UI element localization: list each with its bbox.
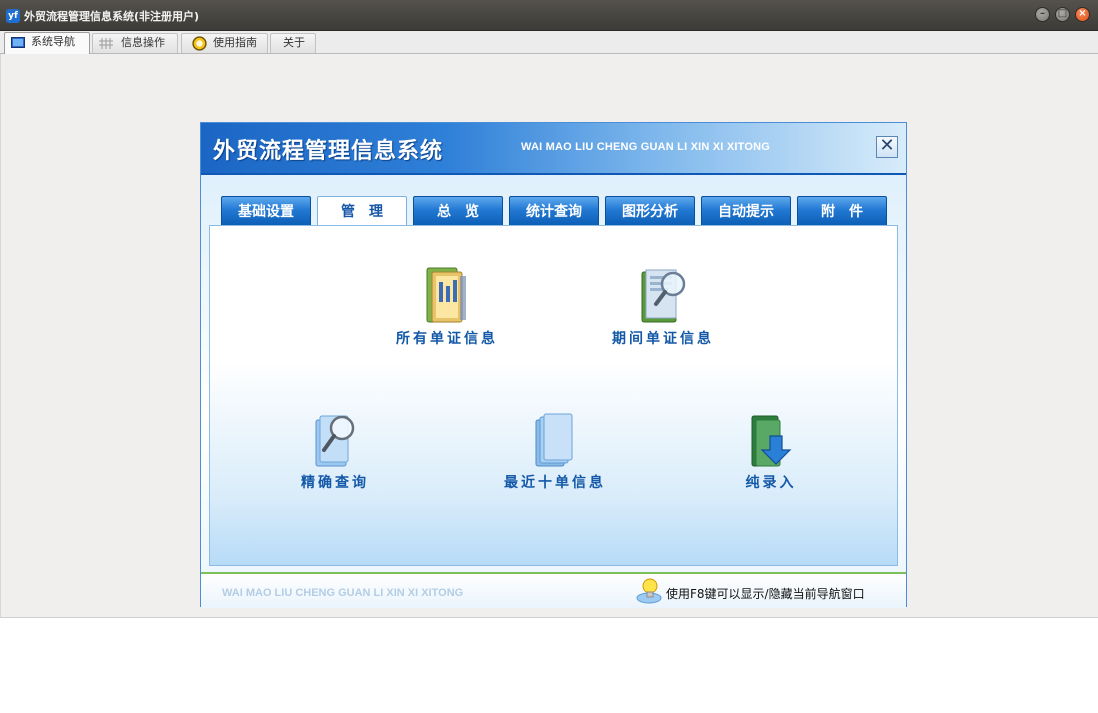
tab-label: 系统导航	[31, 35, 75, 48]
tab-statistics-query[interactable]: 统计查询	[509, 196, 599, 226]
exact-query-item[interactable]: 精确查询	[270, 410, 400, 500]
footer-watermark-text: WAI MAO LIU CHENG GUAN LI XIN XI XITONG	[222, 587, 464, 599]
maximize-button[interactable]: □	[1055, 7, 1070, 22]
folder-search-icon	[641, 269, 686, 323]
all-documents-item[interactable]: 所有单证信息	[382, 266, 512, 356]
tab-label: 信息操作	[121, 36, 165, 49]
pure-entry-label: 纯录入	[745, 475, 797, 491]
exact-query-label: 精确查询	[301, 475, 369, 491]
tab-about[interactable]: 关于	[270, 33, 316, 53]
management-panel: 所有单证信息 期间单证信息 精确查询 最近十单信息 纯录入	[209, 225, 898, 566]
minimize-button[interactable]: –	[1035, 7, 1050, 22]
window-title: 外贸流程管理信息系统(非注册用户)	[24, 10, 200, 23]
f8-hint-text: 使用F8键可以显示/隐藏当前导航窗口	[666, 587, 865, 601]
period-documents-label: 期间单证信息	[612, 331, 714, 347]
dialog-title: 外贸流程管理信息系统	[213, 139, 444, 164]
tab-strip: 系统导航 信息操作 使用指南 关于	[0, 31, 1098, 54]
title-bar: yf 外贸流程管理信息系统(非注册用户) – □ ×	[0, 0, 1098, 31]
dialog-header: 外贸流程管理信息系统 WAI MAO LIU CHENG GUAN LI XIN…	[201, 123, 906, 175]
tab-info-ops[interactable]: 信息操作	[92, 33, 178, 53]
tab-attachments[interactable]: 附 件	[797, 196, 887, 226]
monitor-icon	[11, 37, 25, 48]
close-button[interactable]: ×	[1075, 7, 1090, 22]
tab-basic-settings[interactable]: 基础设置	[221, 196, 311, 226]
folder-download-icon	[751, 415, 792, 467]
tab-system-nav[interactable]: 系统导航	[4, 32, 90, 54]
period-documents-item[interactable]: 期间单证信息	[598, 266, 728, 356]
tab-user-guide[interactable]: 使用指南	[181, 33, 268, 53]
app-logo-icon: yf	[6, 9, 20, 23]
documents-icon	[426, 267, 466, 323]
tab-auto-prompt[interactable]: 自动提示	[701, 196, 791, 226]
grid-icon	[99, 38, 113, 49]
tab-overview[interactable]: 总 览	[413, 196, 503, 226]
tab-graph-analysis[interactable]: 图形分析	[605, 196, 695, 226]
help-ring-icon	[192, 36, 207, 51]
pure-entry-item[interactable]: 纯录入	[706, 410, 836, 500]
dialog-footer: WAI MAO LIU CHENG GUAN LI XIN XI XITONG …	[201, 572, 906, 608]
recent-ten-label: 最近十单信息	[504, 475, 606, 491]
tab-management[interactable]: 管 理	[317, 196, 407, 227]
recent-ten-item[interactable]: 最近十单信息	[490, 410, 620, 500]
dialog-close-button[interactable]: ✕	[876, 136, 898, 158]
lightbulb-icon	[636, 578, 662, 604]
tab-label: 使用指南	[213, 36, 257, 49]
dialog-subtitle: WAI MAO LIU CHENG GUAN LI XIN XI XITONG	[521, 141, 770, 153]
magnifier-folder-icon	[315, 415, 355, 467]
navigation-dialog: 外贸流程管理信息系统 WAI MAO LIU CHENG GUAN LI XIN…	[200, 122, 907, 608]
tab-label: 关于	[283, 36, 305, 49]
folder-stack-icon	[535, 413, 573, 467]
all-documents-label: 所有单证信息	[396, 331, 498, 347]
